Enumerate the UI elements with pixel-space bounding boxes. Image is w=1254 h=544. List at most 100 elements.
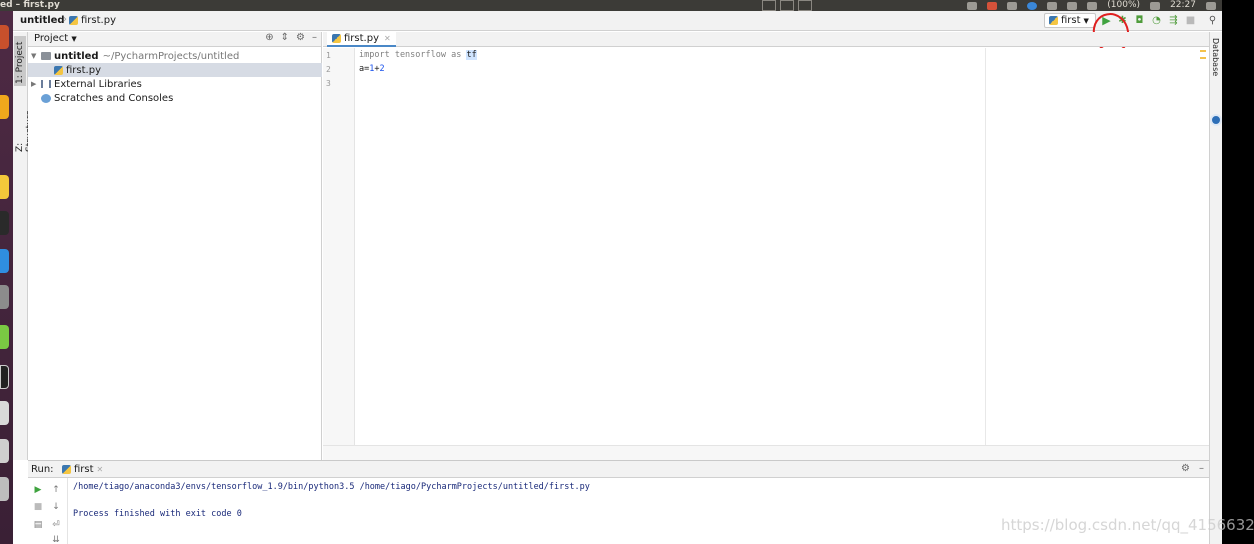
chevron-down-icon[interactable] — [798, 0, 812, 11]
project-panel-actions: ⊕ ⇕ ⚙ – — [265, 32, 317, 43]
code-variable: a= — [359, 64, 370, 74]
code-line-2: a=1+2 — [359, 64, 385, 74]
profile-button[interactable]: ◔ — [1150, 14, 1163, 27]
line-number: 1 — [326, 51, 331, 60]
record-icon[interactable] — [987, 1, 998, 10]
code-alias: tf — [466, 50, 477, 60]
screen-edge-black-strip — [1222, 0, 1254, 544]
up-arrow-icon[interactable]: ↑ — [49, 483, 63, 497]
project-tool-window: Project ▼ ⊕ ⇕ ⚙ – ▼ untitled ~/PycharmPr… — [28, 32, 322, 460]
clock[interactable]: 22:27 — [1170, 0, 1196, 11]
run-configuration-select[interactable]: first ▼ — [1044, 13, 1096, 28]
scroll-to-end-icon[interactable]: ⇊ — [49, 533, 63, 544]
layout-icon[interactable]: ▤ — [31, 518, 45, 532]
warning-marker[interactable] — [1200, 50, 1206, 52]
launcher-app-icon[interactable] — [0, 401, 9, 425]
expand-arrow-icon[interactable]: ▼ — [31, 52, 41, 60]
settings-gear-icon[interactable] — [1206, 1, 1216, 10]
python-file-icon — [69, 16, 78, 25]
python-file-icon — [54, 65, 63, 75]
stop-icon[interactable]: ■ — [31, 500, 45, 514]
workspace-icon[interactable] — [762, 0, 776, 11]
project-view-select[interactable]: Project ▼ — [34, 33, 77, 44]
hide-icon[interactable]: – — [312, 32, 317, 43]
warning-marker[interactable] — [1200, 57, 1206, 59]
editor-bottom-area — [323, 445, 1209, 460]
run-config-label: first — [1061, 15, 1081, 26]
launcher-app-icon[interactable] — [0, 325, 9, 349]
collapse-all-icon[interactable]: ⇕ — [281, 32, 289, 43]
gear-icon[interactable]: ⚙ — [296, 32, 305, 43]
breadcrumb-project[interactable]: untitled — [20, 15, 65, 26]
tree-item-scratches[interactable]: Scratches and Consoles — [28, 91, 322, 105]
expand-icon[interactable] — [780, 0, 794, 11]
stop-button[interactable]: ■ — [1184, 14, 1197, 27]
keyboard-icon[interactable] — [967, 1, 978, 10]
tree-item-first-py[interactable]: first.py — [28, 63, 322, 77]
editor-tab-first-py[interactable]: first.py ✕ — [327, 32, 396, 47]
window-manager-controls — [762, 0, 812, 11]
volume-icon[interactable] — [1150, 1, 1161, 10]
launcher-app-icon[interactable] — [0, 211, 9, 235]
breadcrumb-file-label: first.py — [81, 15, 116, 26]
launcher-app-icon[interactable] — [0, 95, 9, 119]
run-panel-label: Run: — [31, 464, 54, 475]
editor-tab-bar: first.py ✕ — [323, 32, 1209, 47]
python-icon — [1049, 16, 1058, 25]
telegram-icon[interactable] — [1007, 1, 1018, 10]
battery-icon[interactable] — [1087, 1, 1098, 10]
launcher-app-icon[interactable] — [0, 249, 9, 273]
run-with-coverage-button[interactable]: ◘ — [1133, 14, 1146, 27]
close-icon[interactable]: ✕ — [384, 34, 391, 43]
tree-item-project-root[interactable]: ▼ untitled ~/PycharmProjects/untitled — [28, 49, 322, 63]
console-output[interactable]: /home/tiago/anaconda3/envs/tensorflow_1.… — [73, 478, 1203, 544]
tool-tab-database[interactable]: Database — [1211, 38, 1220, 76]
launcher-app-icon[interactable] — [0, 439, 9, 463]
console-line-exit: Process finished with exit code 0 — [73, 509, 242, 519]
launcher-app-icon[interactable] — [0, 365, 9, 389]
console-line-command: /home/tiago/anaconda3/envs/tensorflow_1.… — [73, 482, 590, 492]
code-number: 2 — [379, 64, 385, 74]
breadcrumb-file[interactable]: first.py — [69, 15, 116, 26]
python-file-icon — [332, 34, 341, 43]
sciview-icon[interactable] — [1210, 114, 1222, 126]
teamviewer-icon[interactable] — [1027, 1, 1038, 10]
breadcrumb-separator-icon: › — [63, 14, 67, 25]
window-title: ed – first.py — [0, 0, 60, 10]
hide-icon[interactable]: – — [1199, 463, 1204, 474]
editor-gutter[interactable]: 1 2 3 — [323, 48, 355, 445]
error-stripe[interactable] — [1200, 48, 1208, 445]
concurrency-diagram-button[interactable]: ⇶ — [1167, 14, 1180, 27]
network-icon[interactable] — [1047, 1, 1058, 10]
bluetooth-icon[interactable] — [1067, 1, 1078, 10]
tool-tab-project[interactable]: 1: Project — [14, 36, 26, 86]
battery-percent: (100%) — [1107, 0, 1141, 10]
python-icon — [62, 465, 71, 474]
run-tab-first[interactable]: first ✕ — [62, 464, 103, 475]
code-line-1: import tensorflow as tf — [359, 50, 477, 60]
editor-tab-label: first.py — [344, 33, 379, 44]
search-icon[interactable]: ⚲ — [1206, 14, 1219, 27]
locate-icon[interactable]: ⊕ — [265, 32, 273, 43]
code-import-statement: import tensorflow as — [359, 50, 467, 60]
chevron-down-icon: ▼ — [1083, 16, 1089, 25]
code-editor[interactable]: import tensorflow as tf a=1+2 — [356, 48, 1208, 445]
launcher-app-icon[interactable] — [0, 285, 9, 309]
right-tool-window-strip: Database — [1209, 32, 1222, 544]
launcher-app-icon[interactable] — [0, 25, 9, 49]
run-panel-header: Run: first ✕ ⚙ – — [28, 461, 1209, 478]
left-tool-window-strip: 1: Project Z: Structure — [13, 32, 35, 460]
line-number: 3 — [326, 79, 331, 88]
launcher-app-icon[interactable] — [0, 175, 9, 199]
gear-icon[interactable]: ⚙ — [1181, 463, 1190, 474]
tree-item-label: untitled — [54, 50, 99, 62]
line-number: 2 — [326, 65, 331, 74]
close-icon[interactable]: ✕ — [97, 465, 104, 474]
rerun-icon[interactable]: ▶ — [31, 483, 45, 497]
launcher-app-icon[interactable] — [0, 477, 9, 501]
tree-item-external-libraries[interactable]: ▶ External Libraries — [28, 77, 322, 91]
scratches-icon — [41, 93, 51, 103]
soft-wrap-icon[interactable]: ⏎ — [49, 518, 63, 532]
collapse-arrow-icon[interactable]: ▶ — [31, 80, 41, 88]
down-arrow-icon[interactable]: ↓ — [49, 500, 63, 514]
